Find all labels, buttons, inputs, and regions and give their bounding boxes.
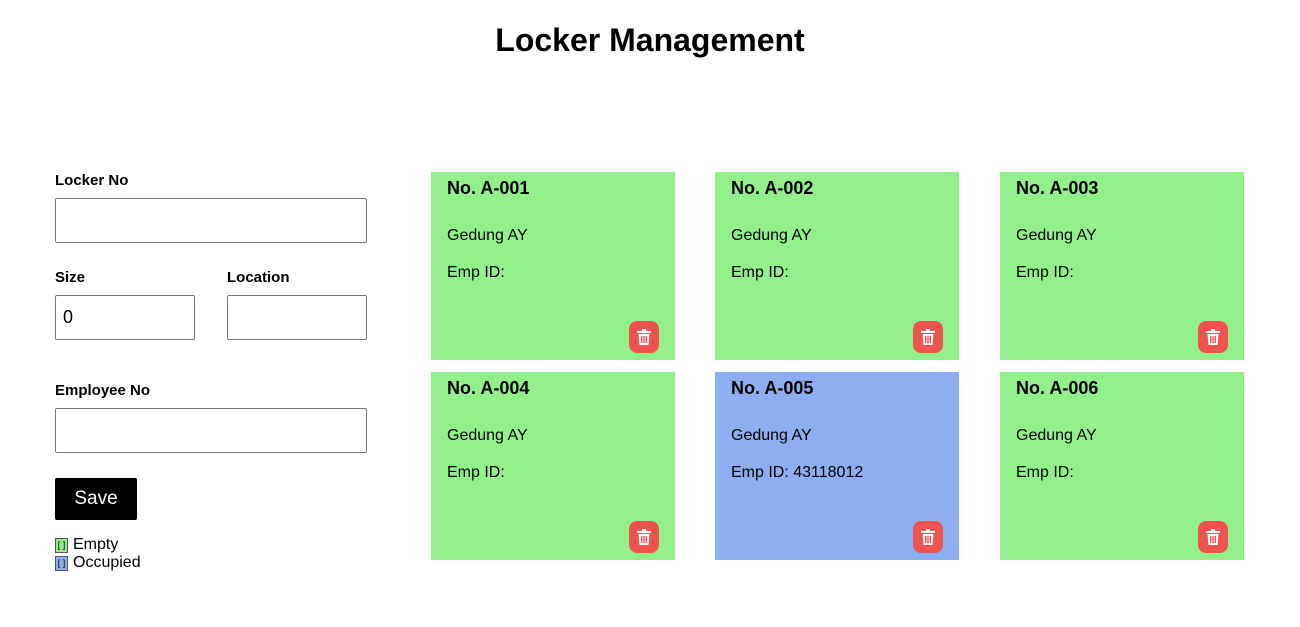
delete-button[interactable] bbox=[629, 521, 659, 553]
trash-icon bbox=[637, 529, 651, 545]
occupied-swatch: [ ] bbox=[55, 555, 68, 571]
locker-employee-id: Emp ID: 43118012 bbox=[731, 464, 864, 481]
locker-card[interactable]: No. A-001 Gedung AY Emp ID: bbox=[431, 172, 675, 360]
locker-location: Gedung AY bbox=[731, 427, 812, 444]
size-input[interactable] bbox=[55, 295, 195, 340]
locker-employee-id: Emp ID: bbox=[447, 464, 505, 481]
locker-location: Gedung AY bbox=[1016, 227, 1097, 244]
legend-empty-label: Empty bbox=[73, 536, 119, 553]
size-label: Size bbox=[55, 269, 86, 286]
employee-no-input[interactable] bbox=[55, 408, 367, 453]
locker-location: Gedung AY bbox=[1016, 427, 1097, 444]
locker-employee-id: Emp ID: bbox=[1016, 464, 1074, 481]
legend-occupied-label: Occupied bbox=[73, 554, 141, 571]
delete-button[interactable] bbox=[913, 521, 943, 553]
trash-icon bbox=[921, 329, 935, 345]
empty-swatch: [ ] bbox=[55, 537, 68, 553]
locker-no-label: Locker No bbox=[55, 172, 129, 189]
legend-empty: [ ] Empty bbox=[55, 536, 141, 554]
locker-location: Gedung AY bbox=[447, 427, 528, 444]
locker-card[interactable]: No. A-003 Gedung AY Emp ID: bbox=[1000, 172, 1244, 360]
trash-icon bbox=[921, 529, 935, 545]
locker-employee-id: Emp ID: bbox=[447, 264, 505, 281]
employee-no-label: Employee No bbox=[55, 382, 151, 399]
locker-number: No. A-003 bbox=[1016, 178, 1099, 198]
legend: [ ] Empty [ ] Occupied bbox=[55, 536, 141, 572]
locker-card[interactable]: No. A-004 Gedung AY Emp ID: bbox=[431, 372, 675, 560]
delete-button[interactable] bbox=[629, 321, 659, 353]
locker-number: No. A-005 bbox=[731, 378, 814, 398]
locker-employee-id: Emp ID: bbox=[1016, 264, 1074, 281]
trash-icon bbox=[637, 329, 651, 345]
delete-button[interactable] bbox=[913, 321, 943, 353]
legend-occupied: [ ] Occupied bbox=[55, 554, 141, 572]
trash-icon bbox=[1206, 329, 1220, 345]
locker-location: Gedung AY bbox=[447, 227, 528, 244]
locker-card[interactable]: No. A-005 Gedung AY Emp ID: 43118012 bbox=[715, 372, 959, 560]
delete-button[interactable] bbox=[1198, 321, 1228, 353]
locker-number: No. A-002 bbox=[731, 178, 814, 198]
locker-number: No. A-001 bbox=[447, 178, 530, 198]
save-button[interactable]: Save bbox=[55, 478, 137, 520]
locker-card[interactable]: No. A-002 Gedung AY Emp ID: bbox=[715, 172, 959, 360]
locker-card[interactable]: No. A-006 Gedung AY Emp ID: bbox=[1000, 372, 1244, 560]
page-title: Locker Management bbox=[495, 22, 805, 58]
locker-no-input[interactable] bbox=[55, 198, 367, 243]
delete-button[interactable] bbox=[1198, 521, 1228, 553]
locker-location: Gedung AY bbox=[731, 227, 812, 244]
locker-number: No. A-006 bbox=[1016, 378, 1099, 398]
locker-employee-id: Emp ID: bbox=[731, 264, 789, 281]
locker-number: No. A-004 bbox=[447, 378, 530, 398]
trash-icon bbox=[1206, 529, 1220, 545]
location-input[interactable] bbox=[227, 295, 367, 340]
location-label: Location bbox=[227, 269, 290, 286]
